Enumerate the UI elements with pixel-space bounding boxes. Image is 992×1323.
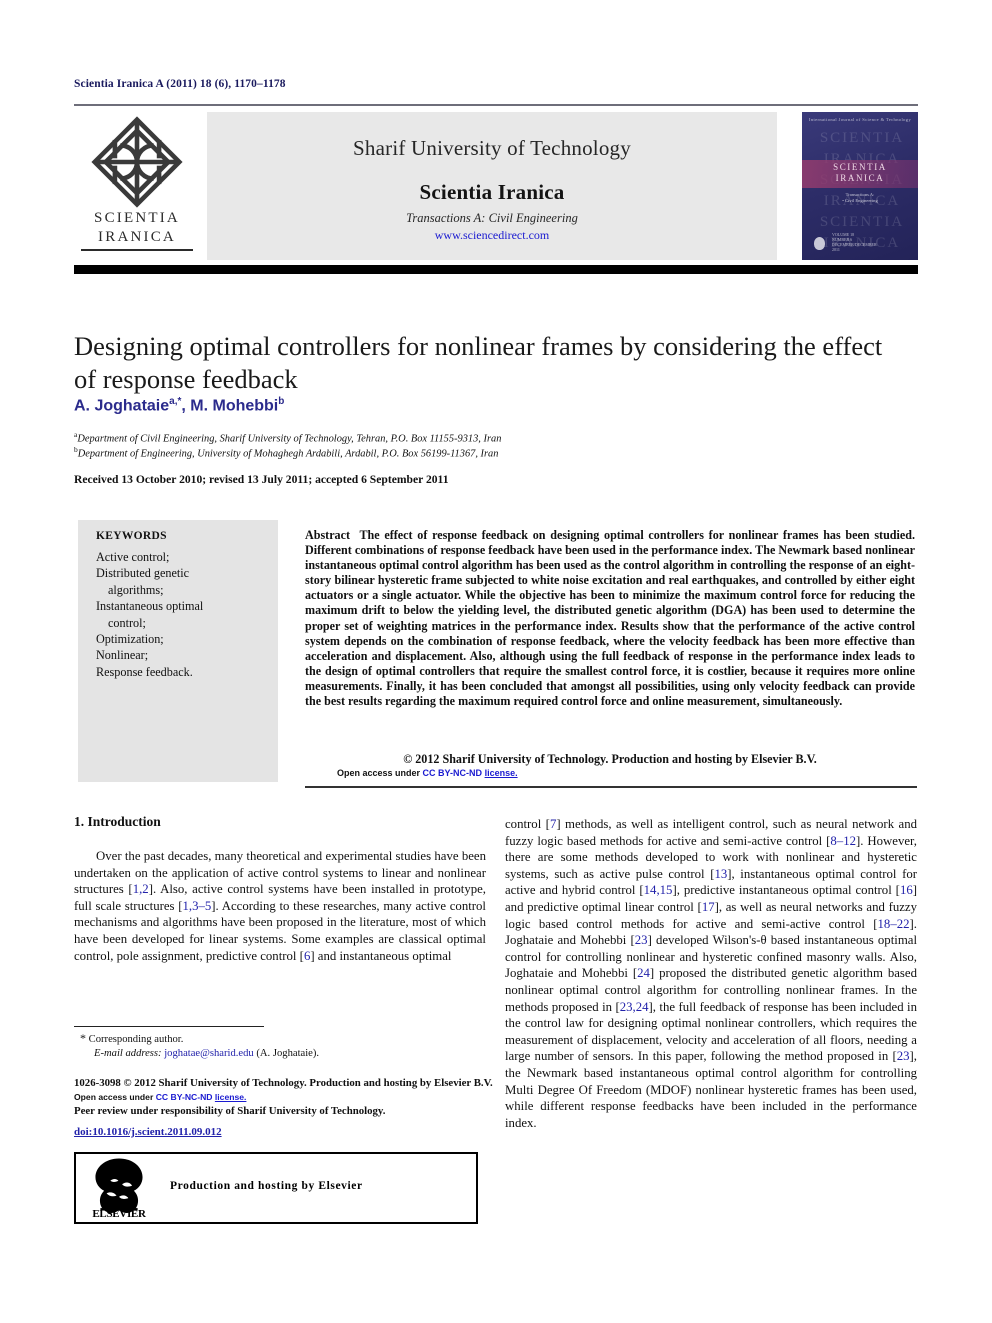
citation-ref[interactable]: 23 bbox=[635, 933, 648, 947]
article-history: Received 13 October 2010; revised 13 Jul… bbox=[74, 473, 449, 486]
intro-paragraph-right: control [7] methods, as well as intellig… bbox=[505, 817, 918, 1130]
keywords-list: Active control; Distributed genetic algori… bbox=[96, 549, 271, 680]
scientia-iranica-logo: SCIENTIA IRANICA bbox=[74, 112, 200, 260]
page-title: Designing optimal controllers for nonlin… bbox=[74, 330, 883, 394]
paper-page: Scientia Iranica A (2011) 18 (6), 1170–1… bbox=[0, 0, 992, 1323]
banner-journal-title: Scientia Iranica bbox=[419, 180, 565, 204]
logo-underline bbox=[81, 249, 193, 251]
cover-emblem-icon bbox=[814, 237, 825, 250]
banner-university: Sharif University of Technology bbox=[353, 136, 631, 160]
cover-subtitle: Transactions A: • Civil Engineering bbox=[842, 192, 878, 203]
footnote-license-word-link[interactable]: license. bbox=[215, 1092, 247, 1102]
author-sup-2: b bbox=[278, 396, 285, 407]
banner-transactions: Transactions A: Civil Engineering bbox=[406, 211, 578, 225]
citation-ref[interactable]: 8–12 bbox=[830, 834, 856, 848]
header-rule bbox=[74, 104, 918, 106]
abstract-copyright: © 2012 Sharif University of Technology. … bbox=[403, 752, 817, 766]
citation-ref[interactable]: 13 bbox=[714, 867, 727, 881]
keyword-item: Instantaneous optimal bbox=[96, 599, 204, 614]
journal-cover-thumbnail[interactable]: International Journal of Science & Techn… bbox=[802, 112, 918, 260]
keyword-item: Optimization; bbox=[96, 632, 164, 647]
cover-band-scientia: SCIENTIA bbox=[833, 162, 887, 172]
email-person: (A. Joghataie). bbox=[256, 1048, 320, 1059]
email-link[interactable]: joghatae@sharid.edu bbox=[164, 1048, 253, 1059]
corresponding-author-note: * Corresponding author. E-mail address: … bbox=[80, 1031, 500, 1061]
citation-ref[interactable]: 7 bbox=[550, 817, 556, 831]
citation-ref[interactable]: 24 bbox=[637, 966, 650, 980]
author-sup-1: a,* bbox=[169, 396, 182, 407]
abstract-text: Abstract The effect of response feedback… bbox=[305, 528, 915, 709]
abstract-label: Abstract bbox=[305, 528, 351, 542]
affiliation-b: bDepartment of Engineering, University o… bbox=[74, 443, 774, 461]
author-name-2: M. Mohebbi bbox=[190, 397, 279, 415]
peer-review-line: Peer review under responsibility of Shar… bbox=[74, 1105, 386, 1118]
keyword-item: Nonlinear; bbox=[96, 648, 149, 663]
elsevier-hosting-text: Production and hosting by Elsevier bbox=[170, 1180, 363, 1192]
citation-ref[interactable]: 23,24 bbox=[620, 1000, 649, 1014]
open-access-prefix: Open access under bbox=[337, 768, 423, 778]
cover-footer: VOLUME 18 NUMBER 6 DECEMBER/DECEMBER 201… bbox=[832, 232, 877, 252]
citation-ref[interactable]: 17 bbox=[702, 900, 715, 914]
elsevier-wordmark: ELSEVIER bbox=[92, 1208, 146, 1220]
citation-ref[interactable]: 14,15 bbox=[644, 883, 673, 897]
keyword-item: control; bbox=[108, 615, 146, 630]
footnote-open-access: Open access under CC BY-NC-ND license. bbox=[74, 1092, 246, 1102]
affiliation-b-text: Department of Engineering, University of… bbox=[77, 448, 499, 460]
license-word-link[interactable]: license. bbox=[485, 768, 518, 778]
citation-ref[interactable]: 1,3–5 bbox=[183, 899, 212, 913]
corresponding-star: * bbox=[80, 1031, 86, 1045]
email-label: E-mail address: bbox=[94, 1048, 162, 1059]
cover-top-line: International Journal of Science & Techn… bbox=[808, 117, 912, 122]
publisher-footnote: 1026-3098 © 2012 Sharif University of Te… bbox=[74, 1076, 494, 1119]
keywords-heading: KEYWORDS bbox=[96, 530, 167, 542]
section-heading-introduction: 1. Introduction bbox=[74, 814, 161, 829]
issn-line: 1026-3098 © 2012 Sharif University of Te… bbox=[74, 1077, 493, 1089]
abstract-open-access: Open access under CC BY-NC-ND license. bbox=[337, 768, 518, 778]
banner-bottom-bar bbox=[74, 265, 918, 274]
keyword-item: algorithms; bbox=[108, 582, 164, 597]
keyword-item: Response feedback. bbox=[96, 664, 193, 679]
celtic-knot-icon bbox=[91, 116, 183, 208]
cover-band-iranica: IRANICA bbox=[835, 173, 885, 183]
citation-ref[interactable]: 23 bbox=[897, 1049, 910, 1063]
running-head: Scientia Iranica A (2011) 18 (6), 1170–1… bbox=[74, 78, 286, 90]
citation-ref[interactable]: 1,2 bbox=[133, 882, 149, 896]
logo-wordmark-iranica: IRANICA bbox=[98, 229, 176, 245]
doi-link[interactable]: doi:10.1016/j.scient.2011.09.012 bbox=[74, 1126, 222, 1138]
elsevier-hosting-box: ELSEVIER Production and hosting by Elsev… bbox=[74, 1152, 478, 1224]
sciencedirect-link[interactable]: www.sciencedirect.com bbox=[435, 228, 550, 242]
intro-paragraph-left: Over the past decades, many theoretical … bbox=[74, 849, 486, 963]
keyword-item: Distributed genetic bbox=[96, 566, 190, 581]
cc-license-link[interactable]: CC BY-NC-ND bbox=[423, 768, 483, 778]
logo-wordmark-scientia: SCIENTIA bbox=[94, 210, 180, 226]
body-column-right: control [7] methods, as well as intellig… bbox=[505, 816, 917, 1131]
abstract-bottom-rule bbox=[305, 786, 917, 788]
citation-ref[interactable]: 6 bbox=[304, 949, 310, 963]
author-name-1: A. Joghataie bbox=[74, 397, 170, 415]
footnote-open-access-prefix: Open access under bbox=[74, 1092, 156, 1103]
banner-center-panel: Sharif University of Technology Scientia… bbox=[207, 112, 777, 260]
body-column-left: Over the past decades, many theoretical … bbox=[74, 848, 486, 964]
corresponding-text: Corresponding author. bbox=[88, 1034, 184, 1045]
footnote-cc-license-link[interactable]: CC BY-NC-ND bbox=[156, 1092, 213, 1102]
journal-banner: SCIENTIA IRANICA Sharif University of Te… bbox=[74, 112, 918, 260]
abstract-body: The effect of response feedback on desig… bbox=[305, 528, 915, 709]
author-list: A. Joghataiea,*, M. Mohebbib bbox=[74, 396, 285, 415]
citation-ref[interactable]: 16 bbox=[900, 883, 913, 897]
citation-ref[interactable]: 18–22 bbox=[878, 917, 910, 931]
keyword-item: Active control; bbox=[96, 550, 170, 564]
footnote-rule bbox=[74, 1026, 264, 1028]
